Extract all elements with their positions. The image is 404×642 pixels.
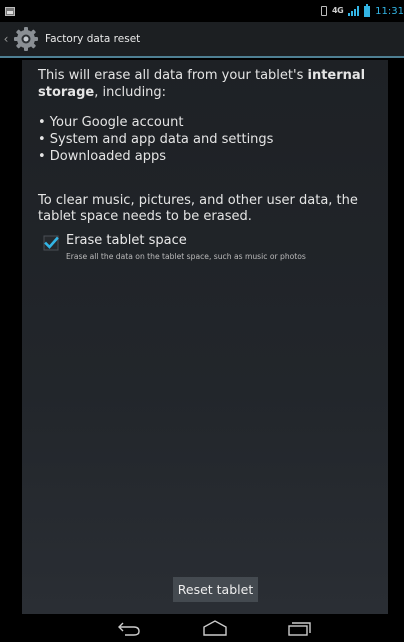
clear-data-text: To clear music, pictures, and other user… [38,193,358,224]
status-left [5,6,15,16]
clock: 11:31 [375,5,404,17]
erase-tablet-space-option[interactable]: Erase tablet space Erase all the data on… [38,232,388,263]
intro-text-start: This will erase all data from your table… [38,68,308,83]
checkmark-icon [43,235,59,251]
status-bar: 4G 11:31 [0,0,404,22]
signal-icon [348,6,360,16]
erase-option-subtitle: Erase all the data on the tablet space, … [66,252,306,261]
erase-option-title: Erase tablet space [66,233,187,248]
vibrate-icon [321,6,328,16]
action-bar: ‹ Factory data reset [0,22,404,58]
back-icon[interactable] [114,619,144,637]
bullet-list: • Your Google account • System and app d… [38,114,388,165]
page-title: Factory data reset [45,33,141,45]
network-type-label: 4G [332,6,344,15]
status-right: 4G 11:31 [321,3,404,17]
reset-tablet-button[interactable]: Reset tablet [173,577,258,602]
settings-gear-icon[interactable] [12,25,40,53]
notification-image-icon [5,6,15,16]
home-icon[interactable] [200,619,230,637]
intro-text: This will erase all data from your table… [38,68,388,101]
battery-icon [364,3,371,17]
content-panel: This will erase all data from your table… [22,60,388,614]
content-inner: This will erase all data from your table… [22,60,388,263]
intro-text-end: , including: [94,84,167,100]
up-caret-icon[interactable]: ‹ [0,21,12,57]
erase-checkbox[interactable] [43,235,59,251]
erase-option-text: Erase tablet space Erase all the data on… [66,232,306,263]
list-item: • Your Google account [38,115,184,130]
recents-icon[interactable] [285,619,315,637]
list-item: • System and app data and settings [38,132,274,147]
navigation-bar [0,614,404,642]
list-item: • Downloaded apps [38,149,167,164]
